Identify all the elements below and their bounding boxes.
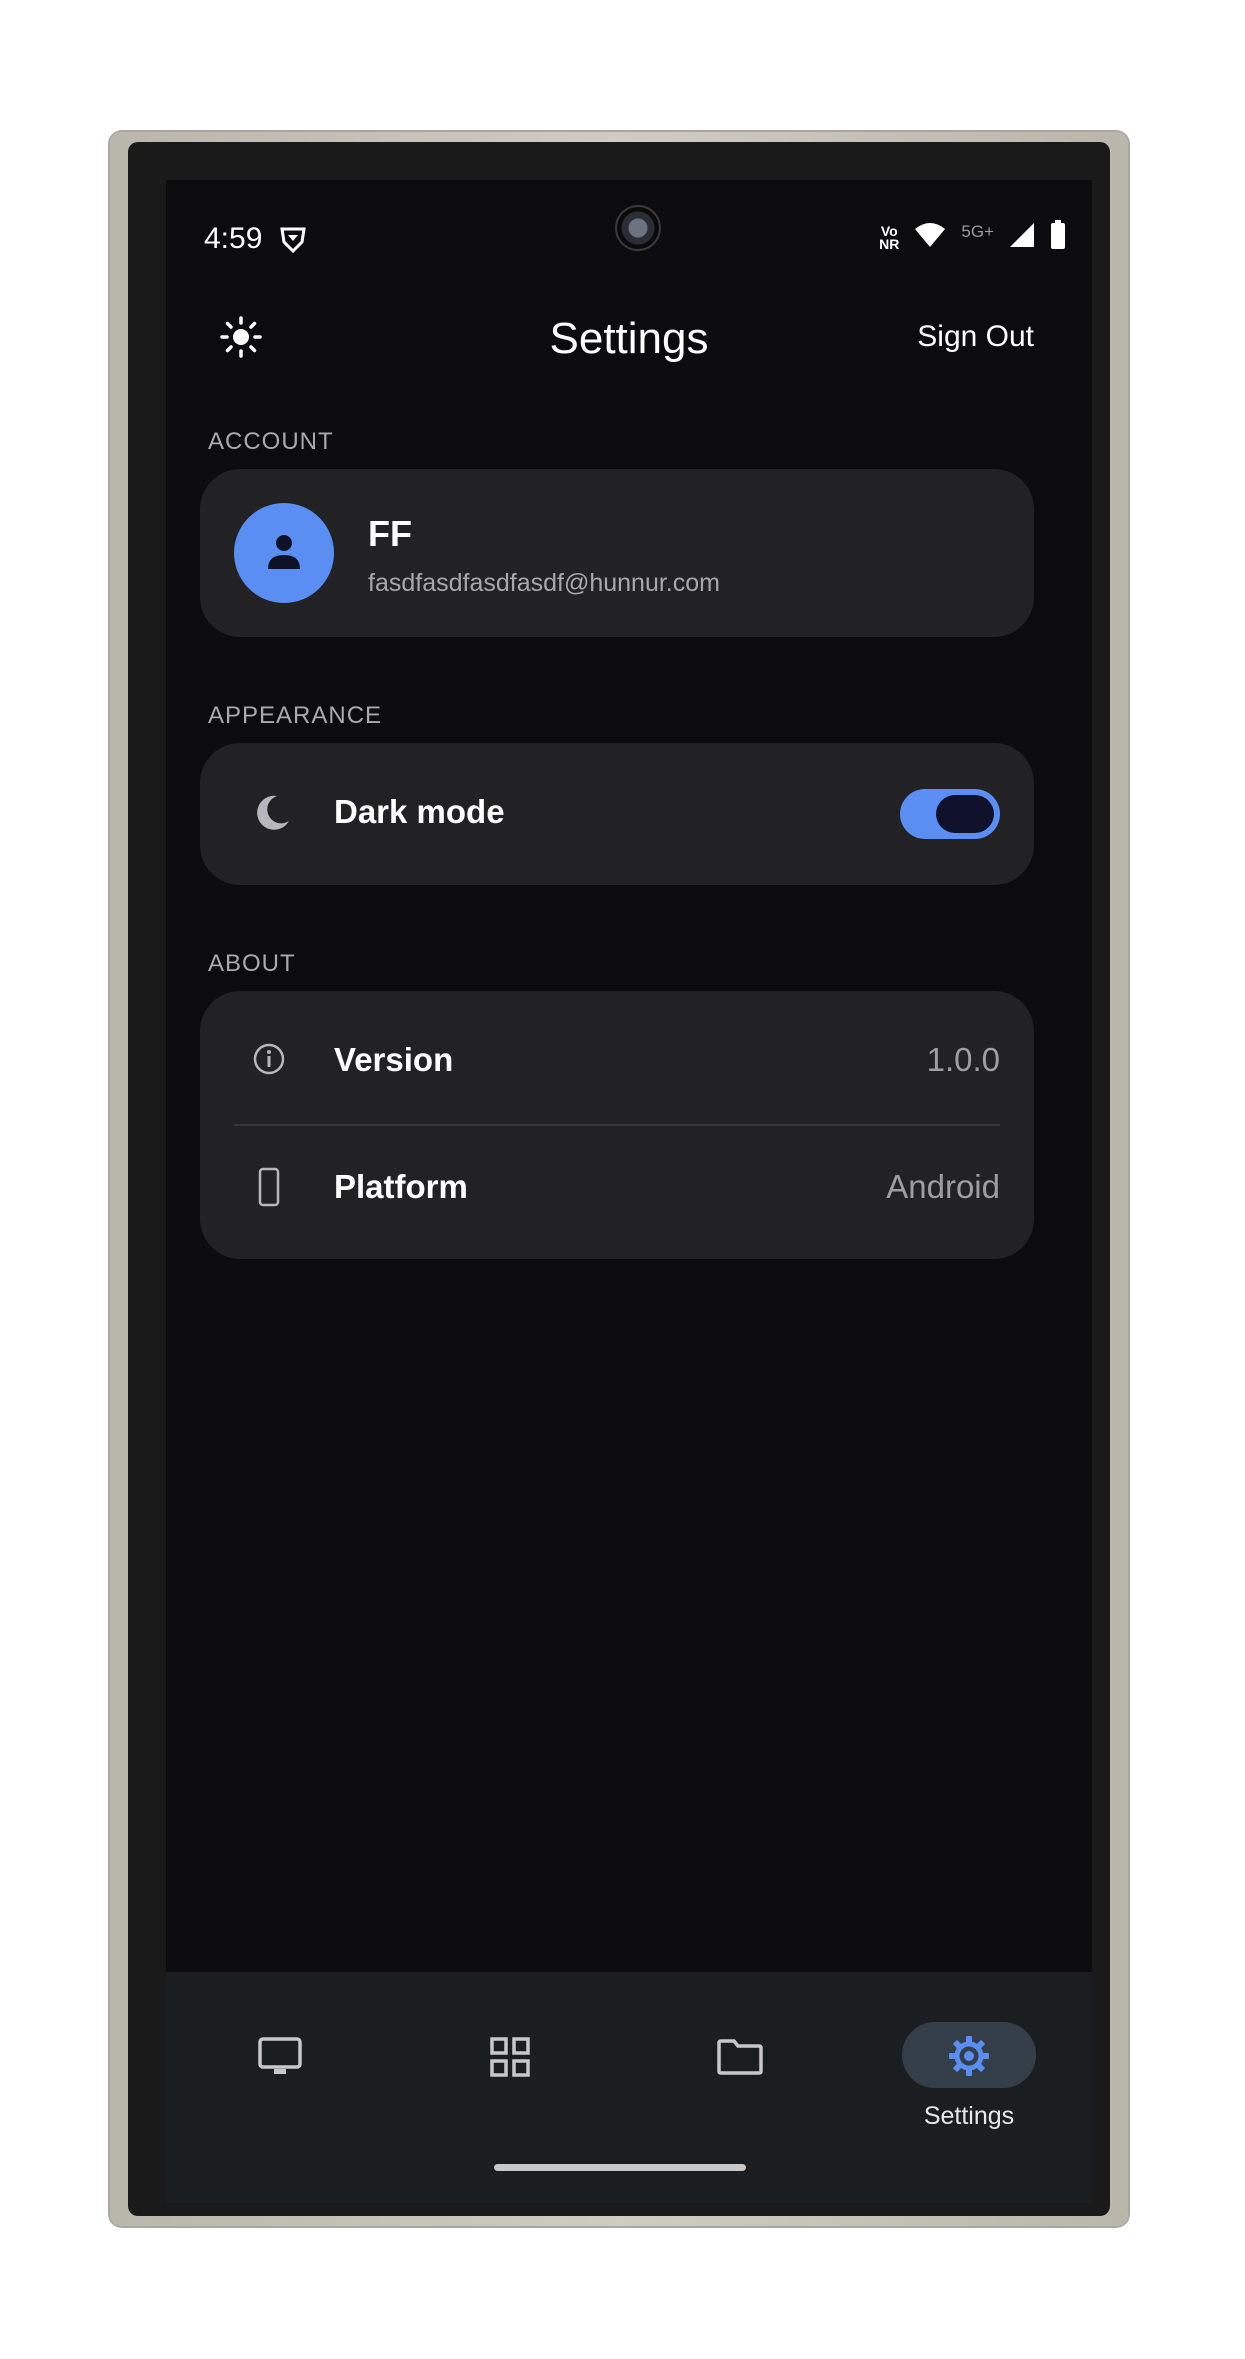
account-card[interactable]: FF fasdfasdfasdfasdf@hunnur.com	[200, 469, 1034, 637]
switch-knob	[936, 795, 994, 833]
section-label-appearance: APPEARANCE	[208, 702, 383, 729]
sign-out-button[interactable]: Sign Out	[917, 320, 1034, 354]
screen: 4:59 Vo NR 5G+ Settings Sign Out ACCOUNT…	[166, 180, 1092, 2203]
version-value: 1.0.0	[926, 1041, 1000, 1078]
front-camera	[615, 205, 661, 251]
version-label: Version	[334, 1041, 454, 1078]
nav-item-files[interactable]	[670, 2022, 810, 2132]
about-card: Version 1.0.0 Platform Android	[200, 991, 1034, 1259]
grid-icon	[489, 2036, 531, 2083]
phone-bezel: 4:59 Vo NR 5G+ Settings Sign Out ACCOUNT…	[128, 142, 1110, 2216]
appearance-card: Dark mode	[200, 743, 1034, 885]
divider	[234, 1124, 1000, 1126]
monitor-icon	[257, 2036, 303, 2081]
dark-mode-label: Dark mode	[334, 793, 505, 830]
phone-icon	[252, 1167, 286, 1212]
section-label-about: ABOUT	[208, 950, 296, 977]
account-name: FF	[368, 513, 412, 554]
network-type: 5G+	[961, 221, 994, 241]
nav-item-devices[interactable]	[210, 2022, 350, 2132]
signal-icon	[1008, 221, 1036, 254]
account-email: fasdfasdfasdfasdf@hunnur.com	[368, 569, 720, 597]
info-icon	[252, 1042, 286, 1081]
app-header: Settings Sign Out	[166, 280, 1092, 400]
dark-mode-switch[interactable]	[900, 789, 1000, 839]
bottom-navigation: Settings	[166, 1972, 1092, 2203]
nav-item-settings[interactable]: Settings	[899, 2022, 1039, 2132]
platform-value: Android	[886, 1168, 1000, 1205]
moon-icon	[252, 793, 292, 838]
status-icons: Vo NR 5G+	[879, 220, 1066, 255]
brave-lion-icon	[278, 224, 308, 259]
folder-icon	[716, 2038, 764, 2081]
phone-frame: 4:59 Vo NR 5G+ Settings Sign Out ACCOUNT…	[110, 132, 1128, 2226]
status-bar: 4:59 Vo NR 5G+	[166, 180, 1092, 280]
wifi-icon	[913, 221, 947, 254]
nav-item-dashboard[interactable]	[440, 2022, 580, 2132]
battery-icon	[1050, 220, 1066, 255]
status-time: 4:59	[204, 222, 263, 255]
home-indicator[interactable]	[494, 2164, 746, 2171]
platform-label: Platform	[334, 1168, 468, 1205]
volte-indicator: Vo NR	[879, 222, 900, 252]
section-label-account: ACCOUNT	[208, 428, 334, 455]
gear-icon	[947, 2034, 991, 2083]
person-icon	[264, 531, 304, 576]
nav-label-settings: Settings	[923, 2102, 1015, 2130]
avatar	[234, 503, 334, 603]
